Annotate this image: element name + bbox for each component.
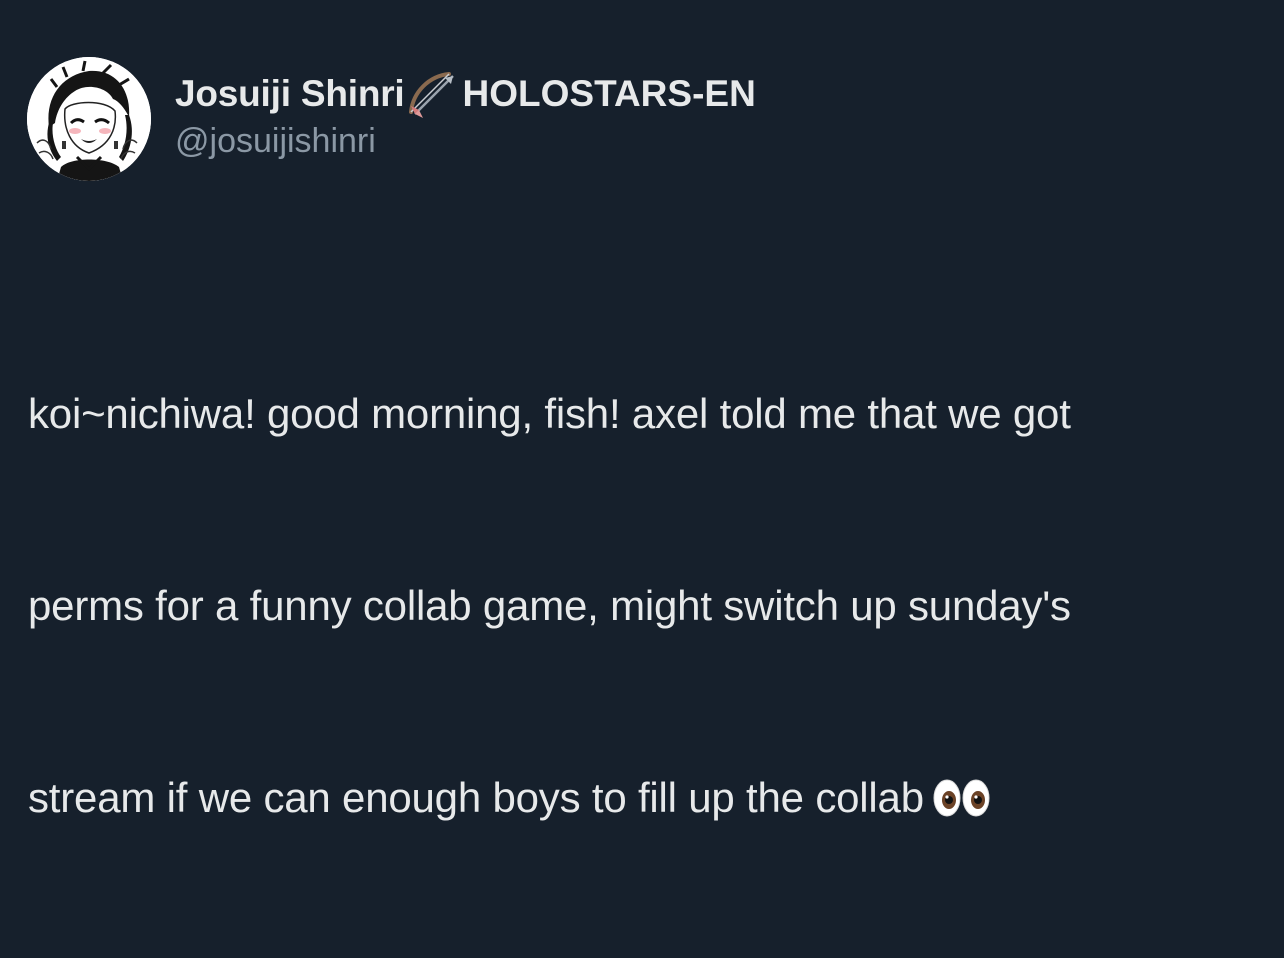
display-name[interactable]: Josuiji Shinri xyxy=(175,73,405,115)
bow-and-arrow-icon xyxy=(405,68,461,120)
user-handle[interactable]: @josuijishinri xyxy=(175,122,756,161)
avatar-illustration xyxy=(27,57,151,181)
tweet-text-line: koi~nichiwa! good morning, fish! axel to… xyxy=(28,390,1071,437)
tweet-text-line-content: stream if we can enough boys to fill up … xyxy=(28,774,924,821)
tweet-card: Josuiji Shinri HOLOSTARS-EN @josuijishin… xyxy=(0,0,1284,821)
avatar[interactable] xyxy=(27,57,151,181)
eyes-icon xyxy=(932,772,992,817)
tweet-text: koi~nichiwa! good morning, fish! axel to… xyxy=(28,254,1268,958)
org-tag[interactable]: HOLOSTARS-EN xyxy=(463,73,756,115)
tweet-text-line: stream if we can enough boys to fill up … xyxy=(28,766,1268,830)
name-row[interactable]: Josuiji Shinri HOLOSTARS-EN xyxy=(175,68,756,120)
user-info: Josuiji Shinri HOLOSTARS-EN @josuijishin… xyxy=(175,68,756,161)
tweet-text-line: perms for a funny collab game, might swi… xyxy=(28,582,1071,629)
